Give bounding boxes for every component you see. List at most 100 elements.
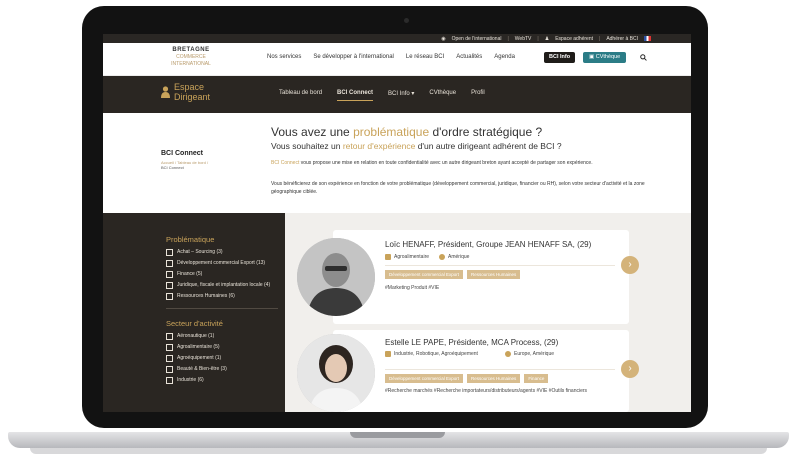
separator: | (507, 35, 509, 42)
dirigeant-card[interactable]: Estelle LE PAPE, Présidente, MCA Process… (297, 330, 639, 412)
dirigeant-meta: Industrie, Robotique, Agroéquipement Eur… (385, 351, 554, 357)
intro-paragraph-2: Vous bénéficierez de son expérience en f… (271, 181, 645, 195)
filter-checkbox-finance[interactable]: Finance (5) (166, 271, 276, 278)
filter-checkbox-industrie[interactable]: Industrie (6) (166, 377, 276, 384)
checkbox[interactable] (166, 282, 173, 289)
logo-line-3: INTERNATIONAL (171, 61, 211, 67)
fr-flag-icon[interactable] (644, 36, 651, 41)
checkbox[interactable] (166, 344, 173, 351)
chevron-right-icon[interactable]: › (621, 256, 639, 274)
tab-cvtheque[interactable]: CVthèque (429, 90, 456, 101)
page-title: BCI Connect (161, 150, 203, 157)
filter-label: Finance (5) (177, 271, 203, 277)
dirigeant-card[interactable]: Loïc HENAFF, Président, Groupe JEAN HENA… (297, 230, 639, 324)
bci-connect-link[interactable]: BCI Connect (271, 160, 299, 166)
nav-actualites[interactable]: Actualités (456, 54, 482, 60)
search-icon[interactable] (640, 54, 647, 61)
avatar (297, 238, 375, 316)
hashtags: #Recherche marchés #Recherche importateu… (385, 388, 588, 394)
filter-checkbox-aeronautique[interactable]: Aéronautique (1) (166, 333, 276, 340)
site-header: BRETAGNE COMMERCE INTERNATIONAL Nos serv… (103, 43, 691, 76)
filter-label: Développement commercial Export (13) (177, 260, 266, 266)
filter-label: Agroéquipement (1) (177, 355, 222, 361)
laptop-notch (350, 432, 445, 438)
tab-profil[interactable]: Profil (471, 90, 485, 101)
section-subnav: Tableau de bord BCI Connect BCI Info ▾ C… (279, 90, 485, 101)
sector-text: Agroalimentaire (394, 254, 430, 260)
nav-nos-services[interactable]: Nos services (267, 54, 301, 60)
nav-se-developper[interactable]: Se développer à l'international (313, 54, 394, 60)
checkbox[interactable] (166, 249, 173, 256)
filter-checkbox-rh[interactable]: Ressources Humaines (6) (166, 293, 276, 300)
espace-adherent-link[interactable]: Espace adhérent (555, 36, 593, 42)
bci-info-button[interactable]: BCI Info (544, 52, 576, 63)
webtv-link[interactable]: WebTV (515, 36, 532, 42)
checkbox[interactable] (166, 293, 173, 300)
logo-line-1: BRETAGNE (172, 47, 210, 53)
filter-label: Industrie (6) (177, 377, 204, 383)
tag-list: Développement commercial Export Ressourc… (385, 270, 521, 279)
sector-text: Industrie, Robotique, Agroéquipement (394, 351, 478, 357)
adherer-link[interactable]: Adhérer à BCI (606, 36, 638, 42)
zone-info: Europe, Amérique (505, 351, 554, 357)
tag: Développement commercial Export (385, 374, 464, 383)
tab-bci-info[interactable]: BCI Info ▾ (388, 90, 414, 101)
nav-agenda[interactable]: Agenda (494, 54, 515, 60)
cvtheque-label: CVthèque (595, 54, 621, 60)
checkbox[interactable] (166, 377, 173, 384)
user-icon: ♟ (544, 35, 550, 42)
espace-label: Espace (174, 82, 205, 92)
dirigeant-name[interactable]: Estelle LE PAPE, Présidente, MCA Process… (385, 338, 558, 347)
checkbox[interactable] (166, 366, 173, 373)
separator: | (599, 35, 601, 42)
briefcase-icon (385, 254, 391, 260)
tag: Finance (524, 374, 549, 383)
filter-checkbox-dev-export[interactable]: Développement commercial Export (13) (166, 260, 276, 267)
tag: Ressources Humaines (467, 374, 521, 383)
checkbox[interactable] (166, 333, 173, 340)
checkbox[interactable] (166, 271, 173, 278)
filter-problematique-title: Problématique (166, 235, 215, 244)
filter-checkbox-agroequipement[interactable]: Agroéquipement (1) (166, 355, 276, 362)
filter-checkbox-juridique[interactable]: Juridique, fiscale et implantation local… (166, 282, 276, 289)
subheading-text-end: d'un autre dirigeant adhérent de BCI ? (415, 141, 562, 151)
hashtags: #Marketing Produit #VIE (385, 285, 440, 291)
cvtheque-button[interactable]: ▣ CVthèque (583, 52, 627, 63)
briefcase-icon (385, 351, 391, 357)
checkbox[interactable] (166, 355, 173, 362)
laptop-scene: ◉ Open de l'international | WebTV | ♟ Es… (0, 0, 797, 465)
checkbox[interactable] (166, 260, 173, 267)
nav-reseau-bci[interactable]: Le réseau BCI (406, 54, 444, 60)
dirigeant-label: Dirigeant (174, 92, 211, 102)
open-international-link[interactable]: Open de l'international (452, 36, 502, 42)
globe-icon: ◉ (441, 35, 446, 42)
laptop-shadow (30, 448, 767, 454)
filter-sidebar: Problématique Achat – Sourcing (3) Dével… (103, 213, 285, 412)
briefcase-icon: ▣ (589, 54, 595, 60)
intro-heading: Vous avez une problématique d'ordre stra… (271, 125, 542, 139)
filter-label: Achat – Sourcing (3) (177, 249, 223, 255)
espace-dirigeant-bar: Espace Dirigeant Tableau de bord BCI Con… (103, 76, 691, 113)
intro-paragraph-1: BCI Connect vous propose une mise en rel… (271, 159, 651, 167)
chevron-right-icon[interactable]: › (621, 360, 639, 378)
zone-text: Europe, Amérique (514, 351, 555, 357)
globe-icon (439, 254, 446, 260)
filter-checkbox-achat[interactable]: Achat – Sourcing (3) (166, 249, 276, 256)
dirigeant-meta: Agroalimentaire Amérique (385, 254, 469, 260)
dirigeant-name[interactable]: Loïc HENAFF, Président, Groupe JEAN HENA… (385, 240, 591, 249)
espace-dirigeant-title: Espace Dirigeant (161, 82, 210, 102)
filter-checkbox-beaute[interactable]: Beauté & Bien-être (3) (166, 366, 276, 373)
heading-highlight: problématique (353, 125, 430, 139)
subheading-text: Vous souhaitez un (271, 141, 343, 151)
avatar (297, 334, 375, 412)
globe-icon (505, 351, 511, 357)
intro-section: BCI Connect Accueil / Tableau de bord / … (103, 113, 691, 213)
heading-text-end: d'ordre stratégique ? (429, 125, 543, 139)
bci-logo[interactable]: BRETAGNE COMMERCE INTERNATIONAL (161, 47, 221, 68)
tab-tableau-de-bord[interactable]: Tableau de bord (279, 90, 322, 101)
filter-checkbox-agroalimentaire[interactable]: Agroalimentaire (5) (166, 344, 276, 351)
portrait-image (297, 334, 375, 412)
portrait-image (297, 238, 375, 316)
sector-info: Industrie, Robotique, Agroéquipement (385, 351, 495, 357)
tab-bci-connect[interactable]: BCI Connect (337, 90, 374, 101)
